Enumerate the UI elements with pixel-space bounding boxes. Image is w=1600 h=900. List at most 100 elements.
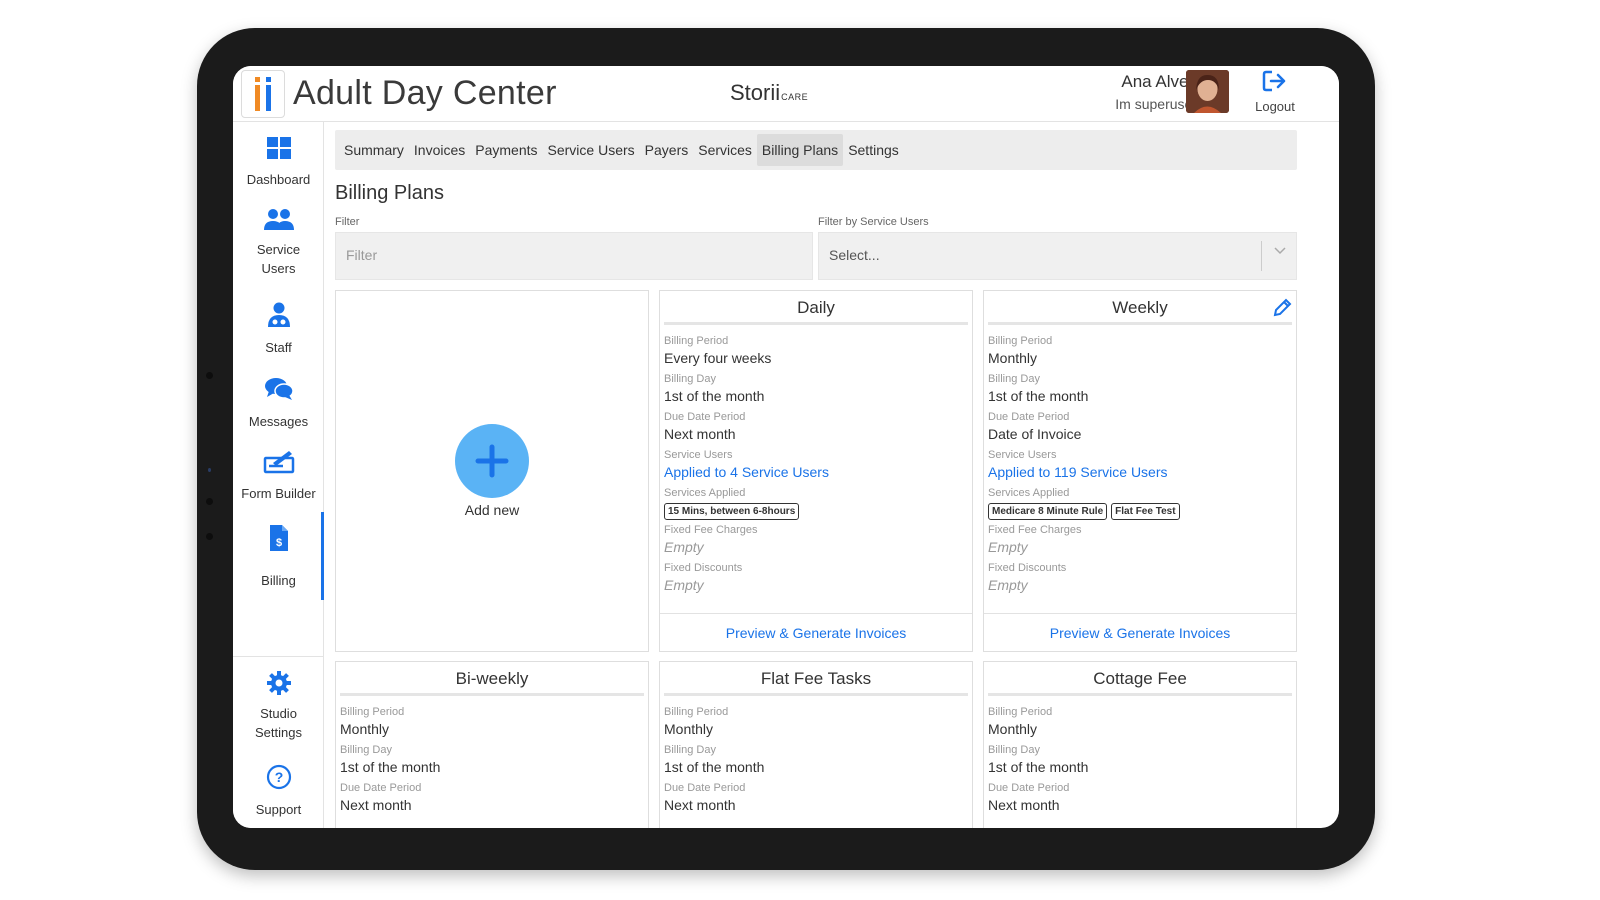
app-logo[interactable] [241,70,285,118]
billing-day-label: Billing Day [340,744,392,756]
brand-logo: StoriiCARE [730,80,808,106]
fixed-discounts-label: Fixed Discounts [988,562,1067,574]
fixed-fee-value: Empty [988,539,1028,555]
select-separator [1261,241,1262,271]
billing-period-value: Monthly [988,350,1038,366]
billing-day-value: 1st of the month [988,388,1089,404]
sidebar-divider [233,656,324,657]
due-date-value: Next month [664,426,736,442]
fixed-discounts-value: Empty [988,577,1028,593]
sidebar-item-label: Staff [265,340,292,355]
chevron-down-icon [1274,247,1286,255]
sidebar-item-studio-settings[interactable]: Studio Settings [233,670,324,742]
sidebar-item-label: Form Builder [241,486,316,501]
filter-input[interactable]: Filter [335,232,813,280]
sidebar-item-form-builder[interactable]: Form Builder [233,450,324,503]
logout-label: Logout [1255,99,1295,114]
dashboard-grid-icon [266,137,291,159]
brand-suffix: CARE [781,92,809,102]
sidebar-item-dashboard[interactable]: Dashboard [233,136,324,189]
filter-label: Filter [335,216,360,228]
tablet-sensor [208,468,211,472]
add-new-wrapper: Add new [336,291,648,651]
service-users-link[interactable]: Applied to 119 Service Users [988,462,1292,482]
tab-summary[interactable]: Summary [339,134,409,166]
service-users-filter-label: Filter by Service Users [818,216,929,228]
fixed-fee-label: Fixed Fee Charges [664,524,758,536]
sidebar-item-service-users[interactable]: Service Users [233,208,324,278]
service-chip: Flat Fee Test [1111,503,1180,520]
billing-day-value: 1st of the month [664,388,765,404]
service-chip: 15 Mins, between 6-8hours [664,503,800,520]
services-applied-label: Services Applied [664,487,746,499]
due-date-label: Due Date Period [664,411,746,423]
tab-billing-plans[interactable]: Billing Plans [756,134,844,166]
service-users-select[interactable]: Select... [818,232,1297,280]
tab-service-users[interactable]: Service Users [543,134,640,166]
due-date-value: Next month [664,797,736,813]
plan-details: Billing Period Monthly Billing Day 1st o… [984,325,1296,595]
plan-title: Flat Fee Tasks [664,662,968,696]
avatar-photo [1186,70,1229,113]
service-users-label: Service Users [664,449,733,461]
sidebar-item-label: Billing [261,573,296,588]
fixed-fee-label: Fixed Fee Charges [988,524,1082,536]
app-screen: Adult Day Center StoriiCARE Ana Alves Im… [233,66,1339,828]
preview-generate-link[interactable]: Preview & Generate Invoices [660,613,972,651]
gear-icon [266,671,291,695]
messages-icon [264,378,294,400]
billing-period-label: Billing Period [988,335,1053,347]
billing-period-label: Billing Period [988,706,1053,718]
svg-text:$: $ [275,537,281,549]
billing-period-value: Monthly [988,721,1038,737]
billing-day-value: 1st of the month [988,759,1089,775]
due-date-label: Due Date Period [664,782,746,794]
sidebar-item-label: Dashboard [246,172,311,187]
plan-details: Billing Period Monthly Billing Day 1st o… [984,696,1296,815]
sidebar-item-messages[interactable]: Messages [233,376,324,431]
due-date-value: Date of Invoice [988,426,1082,442]
brand-name: Storii [730,80,781,105]
form-builder-icon [263,451,294,474]
plan-card: Daily Billing Period Every four weeks Bi… [659,290,973,652]
tab-settings[interactable]: Settings [843,134,904,166]
plan-card: Weekly Billing Period Monthly Billing Da… [983,290,1297,652]
fixed-discounts-value: Empty [664,577,704,593]
fixed-discounts-label: Fixed Discounts [664,562,743,574]
plan-title: Weekly [988,291,1292,325]
fixed-fee-value: Empty [664,539,704,555]
billing-day-label: Billing Day [664,744,716,756]
tab-services[interactable]: Services [693,134,757,166]
tab-invoices[interactable]: Invoices [409,134,470,166]
preview-generate-link[interactable]: Preview & Generate Invoices [984,613,1296,651]
tab-payers[interactable]: Payers [640,134,694,166]
billing-period-value: Monthly [340,721,390,737]
app-title: Adult Day Center [293,74,557,112]
billing-day-label: Billing Day [988,744,1040,756]
billing-tabs: Summary Invoices Payments Service Users … [335,130,1297,170]
sidebar-item-billing[interactable]: $ Billing [233,524,324,590]
due-date-label: Due Date Period [340,782,422,794]
sidebar-item-support[interactable]: ? Support [233,764,324,819]
plan-card: Flat Fee Tasks Billing Period Monthly Bi… [659,661,973,828]
billing-day-label: Billing Day [664,373,716,385]
logo-icon [255,77,271,111]
plan-card: Cottage Fee Billing Period Monthly Billi… [983,661,1297,828]
services-applied-label: Services Applied [988,487,1070,499]
plus-icon [475,444,509,478]
avatar[interactable] [1186,70,1229,113]
plan-details: Billing Period Monthly Billing Day 1st o… [336,696,648,815]
tablet-button [206,498,213,505]
services-chips: Medicare 8 Minute Rule Flat Fee Test [988,503,1292,520]
plan-title: Daily [664,291,968,325]
service-users-link[interactable]: Applied to 4 Service Users [664,462,968,482]
edit-pencil-icon[interactable] [1272,298,1292,318]
add-new-button[interactable] [455,424,529,498]
sidebar-item-staff[interactable]: Staff [233,302,324,357]
add-new-card[interactable]: Add new [335,290,649,652]
tablet-camera [206,372,213,379]
billing-period-label: Billing Period [664,335,729,347]
logout-button[interactable]: Logout [1245,70,1305,114]
tab-payments[interactable]: Payments [470,134,542,166]
billing-period-value: Monthly [664,721,714,737]
